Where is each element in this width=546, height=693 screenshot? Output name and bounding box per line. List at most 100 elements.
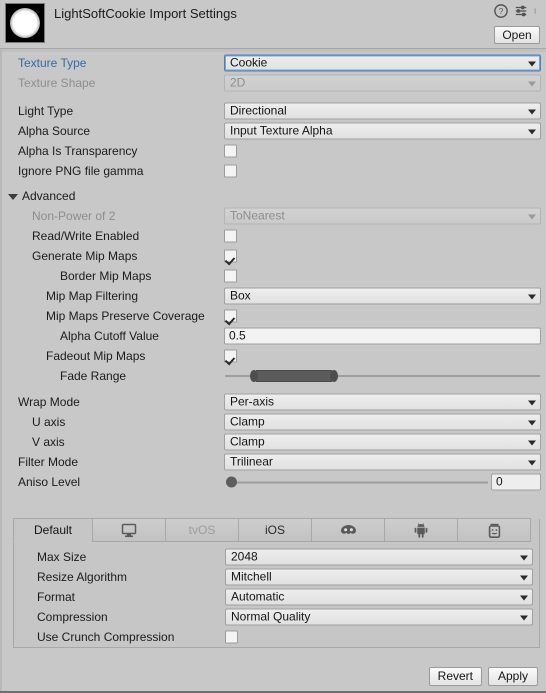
platform-tab-uwp[interactable] <box>457 518 531 542</box>
platform-tab-label: Default <box>33 523 73 537</box>
format-label: Format <box>37 590 76 604</box>
filter-mode-dropdown[interactable]: Trilinear <box>224 453 541 471</box>
apply-button[interactable]: Apply <box>488 667 538 686</box>
border-mip-maps-checkbox[interactable] <box>224 269 237 283</box>
max-size-field: 2048 <box>225 548 533 566</box>
kebab-menu-icon[interactable] <box>534 4 540 18</box>
aniso-level-input[interactable]: 0 <box>491 473 541 491</box>
advanced-foldout-label: Advanced <box>22 189 76 203</box>
platform-tab-monitor[interactable] <box>92 518 166 542</box>
platform-tab-label: tvOS <box>188 523 216 537</box>
chevron-down-icon <box>520 575 528 580</box>
advanced-foldout[interactable]: Advanced <box>0 186 546 206</box>
u-axis-value: Clamp <box>230 414 265 429</box>
aniso-level-slider[interactable]: 0 <box>224 473 541 491</box>
border-mip-maps-field <box>224 269 541 283</box>
platform-tab-ios[interactable]: iOS <box>238 518 312 542</box>
aniso-level-handle[interactable] <box>226 476 237 488</box>
texture-shape-field: 2D <box>224 74 541 92</box>
chevron-down-icon <box>520 615 528 620</box>
max-size-value: 2048 <box>231 549 258 564</box>
row-v-axis: V axis Clamp <box>0 432 546 452</box>
texture-type-label: Texture Type <box>18 56 87 70</box>
ignore-png-gamma-checkbox[interactable] <box>224 164 237 178</box>
max-size-dropdown[interactable]: 2048 <box>225 548 533 566</box>
platform-tab-tvos[interactable]: tvOS <box>165 518 239 542</box>
help-icon[interactable]: ? <box>494 4 508 18</box>
fade-range-min-handle[interactable] <box>249 370 258 382</box>
use-crunch-compression-checkbox[interactable] <box>225 630 238 644</box>
fade-range-selected-bar[interactable] <box>255 370 332 382</box>
wrap-mode-value: Per-axis <box>230 394 275 409</box>
row-fadeout-mip-maps: Fadeout Mip Maps <box>0 346 546 366</box>
fade-range-field <box>224 368 541 384</box>
fadeout-mip-maps-checkbox[interactable] <box>224 349 237 363</box>
inspector-header: LightSoftCookie Import Settings ? Open <box>0 0 546 49</box>
resize-algorithm-value: Mitchell <box>231 569 272 584</box>
uwp-icon <box>488 523 501 538</box>
fadeout-mip-maps-label: Fadeout Mip Maps <box>46 349 146 363</box>
light-cookie-texture-thumbnail <box>5 3 45 43</box>
open-button[interactable]: Open <box>494 26 540 44</box>
platform-settings-box: Default tvOS iOS Max Size 2048 Resize Algo… <box>13 518 540 648</box>
row-read-write-enabled: Read/Write Enabled <box>0 226 546 246</box>
row-aniso-level: Aniso Level 0 <box>0 472 546 492</box>
row-use-crunch-compression: Use Crunch Compression <box>14 627 539 647</box>
non-power-of-2-dropdown: ToNearest <box>224 207 541 225</box>
non-power-of-2-field: ToNearest <box>224 207 541 225</box>
preset-settings-icon[interactable] <box>514 4 528 18</box>
format-value: Automatic <box>231 589 285 604</box>
row-max-size: Max Size 2048 <box>14 547 539 567</box>
chevron-down-icon <box>520 595 528 600</box>
texture-shape-value: 2D <box>230 75 246 90</box>
use-crunch-compression-label: Use Crunch Compression <box>37 630 175 644</box>
non-power-of-2-value: ToNearest <box>230 208 285 223</box>
fade-range-slider[interactable] <box>224 368 541 384</box>
platform-settings-rows: Max Size 2048 Resize Algorithm Mitchell <box>14 543 539 647</box>
ignore-png-gamma-field <box>224 164 541 178</box>
alpha-source-field: Input Texture Alpha <box>224 122 541 140</box>
alpha-is-transparency-checkbox[interactable] <box>224 144 237 158</box>
generate-mip-maps-checkbox[interactable] <box>224 249 237 263</box>
generate-mip-maps-label: Generate Mip Maps <box>32 249 138 263</box>
platform-tab-android[interactable] <box>384 518 458 542</box>
read-write-enabled-checkbox[interactable] <box>224 229 237 243</box>
row-texture-type: Texture Type Cookie <box>0 53 546 73</box>
footer-bar: Revert Apply <box>0 648 546 693</box>
format-field: Automatic <box>225 588 533 606</box>
resize-algorithm-label: Resize Algorithm <box>37 570 128 584</box>
wrap-mode-dropdown[interactable]: Per-axis <box>224 393 541 411</box>
chevron-down-icon <box>528 440 536 445</box>
row-alpha-cutoff-value: Alpha Cutoff Value 0.5 <box>0 326 546 346</box>
revert-button[interactable]: Revert <box>428 667 482 686</box>
chevron-down-icon <box>528 81 536 86</box>
row-resize-algorithm: Resize Algorithm Mitchell <box>14 567 539 587</box>
compression-field: Normal Quality <box>225 608 533 626</box>
footer-button-group: Revert Apply <box>428 667 538 686</box>
texture-type-dropdown[interactable]: Cookie <box>224 54 541 72</box>
svg-text:?: ? <box>499 7 504 16</box>
texture-type-field: Cookie <box>224 54 541 72</box>
compression-dropdown[interactable]: Normal Quality <box>225 608 533 626</box>
resize-algorithm-dropdown[interactable]: Mitchell <box>225 568 533 586</box>
u-axis-field: Clamp <box>224 413 541 431</box>
platform-tab-default[interactable]: Default <box>13 518 93 542</box>
non-power-of-2-label: Non-Power of 2 <box>32 209 116 223</box>
alpha-cutoff-value-input[interactable]: 0.5 <box>224 327 541 345</box>
filter-mode-label: Filter Mode <box>18 455 79 469</box>
mip-maps-preserve-coverage-checkbox[interactable] <box>224 309 237 323</box>
mip-map-filtering-dropdown[interactable]: Box <box>224 287 541 305</box>
v-axis-dropdown[interactable]: Clamp <box>224 433 541 451</box>
light-type-dropdown[interactable]: Directional <box>224 102 541 120</box>
cookie-preview-blob <box>10 8 40 38</box>
platform-tab-webgl[interactable] <box>311 518 385 542</box>
compression-label: Compression <box>37 610 108 624</box>
format-dropdown[interactable]: Automatic <box>225 588 533 606</box>
row-mip-map-filtering: Mip Map Filtering Box <box>0 286 546 306</box>
u-axis-dropdown[interactable]: Clamp <box>224 413 541 431</box>
alpha-source-dropdown[interactable]: Input Texture Alpha <box>224 122 541 140</box>
mip-map-filtering-field: Box <box>224 287 541 305</box>
row-texture-shape: Texture Shape 2D <box>0 73 546 93</box>
fade-range-max-handle[interactable] <box>329 370 338 382</box>
